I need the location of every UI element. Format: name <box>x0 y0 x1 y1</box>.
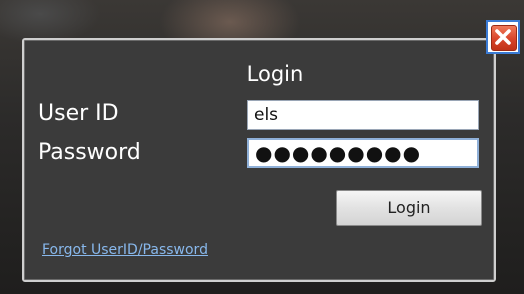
user-id-input[interactable]: els <box>247 100 479 130</box>
close-icon <box>491 25 517 51</box>
user-id-label: User ID <box>38 101 119 126</box>
close-button[interactable] <box>486 20 520 54</box>
forgot-credentials-link[interactable]: Forgot UserID/Password <box>42 242 208 258</box>
login-button[interactable]: Login <box>336 190 482 226</box>
dialog-title: Login <box>246 62 304 86</box>
password-input[interactable]: ●●●●●●●●● <box>247 138 479 168</box>
password-label: Password <box>38 140 141 165</box>
login-dialog: Login User ID els Password ●●●●●●●●● Log… <box>22 38 496 282</box>
